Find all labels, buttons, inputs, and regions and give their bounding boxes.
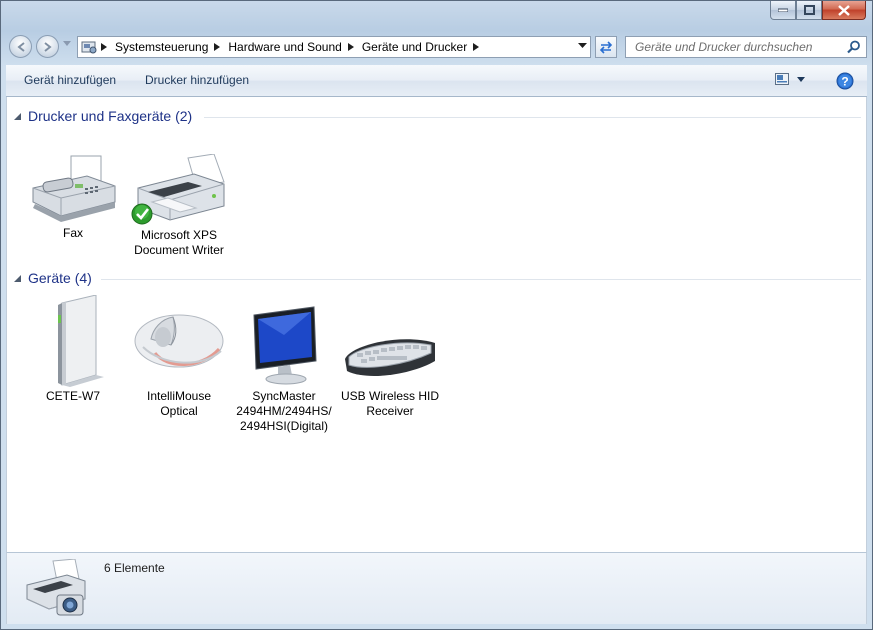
group-divider — [101, 279, 861, 280]
search-box[interactable] — [625, 36, 867, 58]
minimize-button[interactable] — [770, 1, 796, 20]
chevron-right-icon[interactable] — [473, 43, 480, 51]
mouse-icon — [134, 314, 224, 368]
computer-tower-icon — [58, 295, 104, 387]
chevron-down-icon — [797, 76, 805, 82]
keyboard-icon — [345, 339, 435, 376]
maximize-icon — [803, 5, 815, 15]
collapse-triangle-icon[interactable] — [14, 275, 21, 282]
caption-buttons — [770, 1, 866, 21]
close-icon — [838, 4, 850, 16]
group-header-devices[interactable]: Geräte (4) — [7, 269, 867, 289]
help-icon[interactable]: ? — [836, 72, 854, 90]
chevron-right-icon[interactable] — [347, 43, 354, 51]
group-title: Drucker und Faxgeräte (2) — [28, 108, 193, 124]
group-divider — [204, 117, 861, 118]
device-item-syncmaster[interactable]: SyncMaster 2494HM/2494HS/ 2494HSI(Digita… — [234, 295, 334, 434]
breadcrumb-geraete-und-drucker[interactable]: Geräte und Drucker — [362, 40, 487, 54]
close-button[interactable] — [822, 1, 866, 20]
device-item-intellimouse[interactable]: IntelliMouse Optical — [129, 295, 229, 419]
collapse-triangle-icon[interactable] — [14, 113, 21, 120]
group-header-printers[interactable]: Drucker und Faxgeräte (2) — [7, 107, 867, 127]
device-label: CETE-W7 — [46, 389, 100, 403]
arrow-right-icon — [43, 41, 52, 52]
command-bar: Gerät hinzufügen Drucker hinzufügen ? — [6, 65, 867, 97]
fax-icon — [32, 155, 116, 222]
device-item-cete-w7[interactable]: CETE-W7 — [23, 295, 123, 404]
details-pane: 6 Elemente — [6, 552, 867, 624]
back-button[interactable] — [9, 35, 32, 58]
breadcrumb-label: Systemsteuerung — [115, 40, 209, 54]
default-printer-badge — [131, 203, 153, 225]
arrow-left-icon — [16, 41, 25, 52]
devices-printers-icon — [26, 559, 86, 616]
view-options-icon — [775, 73, 789, 85]
search-input[interactable] — [633, 39, 847, 55]
address-dropdown-icon[interactable] — [578, 43, 587, 49]
maximize-button[interactable] — [796, 1, 822, 20]
refresh-button[interactable] — [595, 36, 617, 58]
refresh-icon — [599, 41, 613, 54]
views-button[interactable] — [775, 73, 805, 85]
breadcrumb-label: Geräte und Drucker — [361, 40, 468, 54]
monitor-icon — [253, 306, 317, 385]
minimize-icon — [778, 8, 788, 12]
group-title: Geräte (4) — [28, 270, 92, 286]
device-label: Microsoft XPS Document Writer — [134, 228, 224, 257]
address-bar[interactable]: Systemsteuerung Hardware und Sound Gerät… — [77, 36, 591, 58]
content-area: Drucker und Faxgeräte (2) Fax Microsoft … — [6, 97, 867, 552]
breadcrumb-label: Hardware und Sound — [228, 40, 342, 54]
device-label: SyncMaster 2494HM/2494HS/ 2494HSI(Digita… — [236, 389, 332, 433]
add-device-button[interactable]: Gerät hinzufügen — [24, 73, 116, 87]
breadcrumb-hardware-und-sound[interactable]: Hardware und Sound — [228, 40, 361, 54]
chevron-right-icon[interactable] — [101, 43, 107, 51]
printer-icon — [131, 154, 225, 225]
breadcrumb-systemsteuerung[interactable]: Systemsteuerung — [115, 40, 228, 54]
item-count: 6 Elemente — [104, 561, 165, 575]
device-item-usb-receiver[interactable]: USB Wireless HID Receiver — [340, 295, 440, 419]
navigation-bar: Systemsteuerung Hardware und Sound Gerät… — [1, 31, 872, 63]
device-label: Fax — [62, 226, 83, 240]
search-icon[interactable] — [847, 40, 861, 54]
device-item-fax[interactable]: Fax — [23, 154, 123, 241]
svg-text:?: ? — [841, 75, 848, 89]
add-printer-button[interactable]: Drucker hinzufügen — [145, 73, 249, 87]
forward-button[interactable] — [36, 35, 59, 58]
explorer-window: Systemsteuerung Hardware und Sound Gerät… — [0, 0, 873, 630]
history-dropdown-icon[interactable] — [63, 41, 71, 47]
device-item-xps-writer[interactable]: Microsoft XPS Document Writer — [129, 154, 229, 258]
control-panel-icon — [81, 41, 97, 54]
chevron-right-icon[interactable] — [214, 43, 221, 51]
device-label: USB Wireless HID Receiver — [340, 389, 439, 418]
device-label: IntelliMouse Optical — [146, 389, 212, 418]
